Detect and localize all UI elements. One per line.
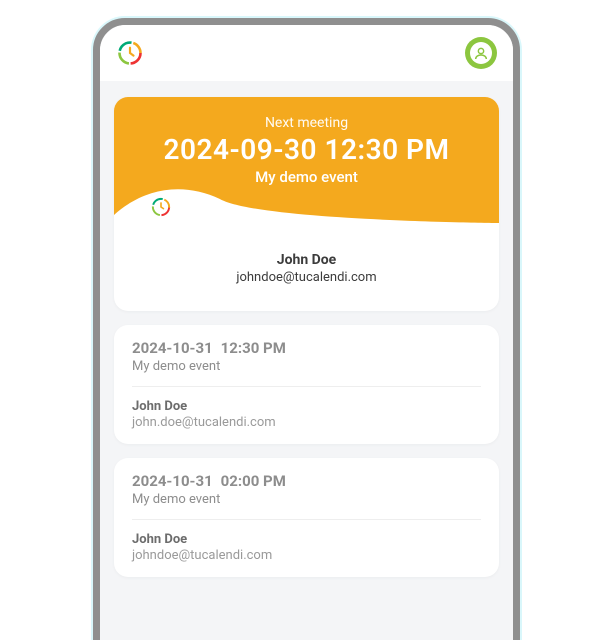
meeting-event-name: My demo event [132, 359, 481, 374]
meeting-card[interactable]: 2024-10-31 02:00 PM My demo event John Do… [114, 458, 499, 577]
featured-contact: John Doe johndoe@tucalendi.com [114, 226, 499, 311]
screen: Next meeting 2024-09-30 12:30 PM My demo… [100, 25, 513, 640]
meeting-datetime: 2024-10-31 12:30 PM [132, 339, 481, 357]
featured-contact-email: johndoe@tucalendi.com [124, 270, 489, 285]
meeting-contact-name: John Doe [132, 399, 481, 414]
featured-label: Next meeting [124, 115, 489, 131]
meeting-contact-email: john.doe@tucalendi.com [132, 415, 481, 430]
meeting-contact-name: John Doe [132, 532, 481, 547]
meeting-date: 2024-10-31 [132, 472, 213, 490]
app-logo-icon [116, 39, 144, 67]
device-frame: Next meeting 2024-09-30 12:30 PM My demo… [93, 18, 520, 640]
meeting-contact-email: johndoe@tucalendi.com [132, 548, 481, 563]
account-button[interactable] [465, 37, 497, 69]
meeting-event-name: My demo event [132, 492, 481, 507]
divider [132, 519, 481, 520]
app-logo-icon [148, 194, 174, 220]
user-icon [470, 42, 492, 64]
meeting-datetime: 2024-10-31 02:00 PM [132, 472, 481, 490]
meeting-time: 12:30 PM [221, 339, 286, 357]
meeting-time: 02:00 PM [221, 472, 286, 490]
content-area: Next meeting 2024-09-30 12:30 PM My demo… [100, 81, 513, 607]
featured-header: Next meeting 2024-09-30 12:30 PM My demo… [114, 97, 499, 226]
meeting-date: 2024-10-31 [132, 339, 213, 357]
featured-meeting-card[interactable]: Next meeting 2024-09-30 12:30 PM My demo… [114, 97, 499, 311]
top-bar [100, 25, 513, 81]
divider [132, 386, 481, 387]
meeting-card[interactable]: 2024-10-31 12:30 PM My demo event John Do… [114, 325, 499, 444]
featured-datetime: 2024-09-30 12:30 PM [124, 133, 489, 166]
featured-contact-name: John Doe [124, 252, 489, 268]
